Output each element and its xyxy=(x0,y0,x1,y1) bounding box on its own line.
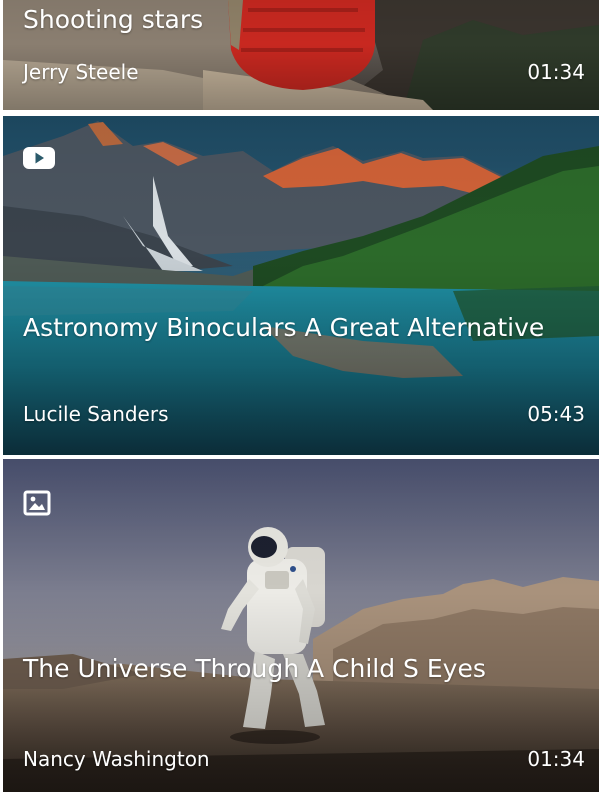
card-duration: 01:34 xyxy=(527,747,585,771)
card-author: Jerry Steele xyxy=(23,60,139,84)
card-thumbnail-image xyxy=(3,459,599,792)
card-title: Shooting stars xyxy=(23,5,204,34)
feed-card-astronomy-binoculars[interactable]: Astronomy Binoculars A Great Alternative… xyxy=(3,116,599,455)
card-duration: 05:43 xyxy=(527,402,585,426)
card-author: Nancy Washington xyxy=(23,747,210,771)
image-icon xyxy=(23,490,51,516)
card-title: The Universe Through A Child S Eyes xyxy=(23,654,486,683)
card-meta: Jerry Steele 01:34 xyxy=(23,59,585,85)
card-title: Astronomy Binoculars A Great Alternative xyxy=(23,313,545,342)
video-play-icon xyxy=(23,147,55,169)
card-meta: Nancy Washington 01:34 xyxy=(23,746,585,772)
card-author: Lucile Sanders xyxy=(23,402,169,426)
card-duration: 01:34 xyxy=(527,60,585,84)
card-meta: Lucile Sanders 05:43 xyxy=(23,401,585,427)
feed-card-shooting-stars[interactable]: Shooting stars Jerry Steele 01:34 xyxy=(3,0,599,110)
media-feed: Shooting stars Jerry Steele 01:34 Astron… xyxy=(0,0,599,792)
feed-card-universe-child-eyes[interactable]: The Universe Through A Child S Eyes Nanc… xyxy=(3,459,599,792)
